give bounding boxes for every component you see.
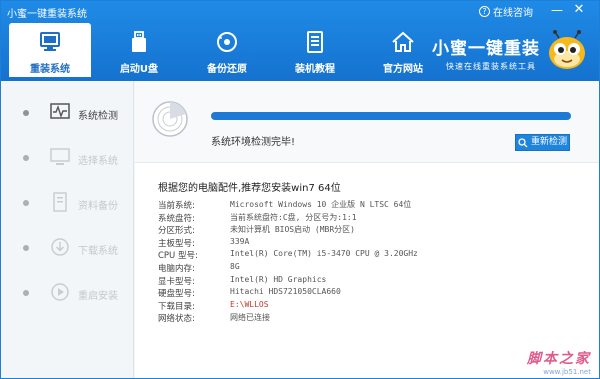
step-data-backup[interactable]: 资料备份 xyxy=(1,187,134,217)
watermark-title: 脚本之家 xyxy=(527,351,591,367)
info-row: 主板型号: 339A xyxy=(158,237,418,250)
download-icon xyxy=(51,238,69,256)
recheck-label: 重新检测 xyxy=(530,137,567,147)
step-label: 资料备份 xyxy=(78,201,118,212)
step-label: 选择系统 xyxy=(78,156,118,167)
online-consult-link[interactable]: ? 在线咨询 xyxy=(479,4,533,19)
bee-mascot-logo xyxy=(549,30,585,69)
info-value: 网络已连接 xyxy=(230,313,270,323)
info-row: 电脑内存: 8G xyxy=(158,262,418,275)
info-key: 分区形式: xyxy=(158,226,195,237)
monitor-icon xyxy=(40,32,60,51)
info-row: 分区形式: 未知计算机 BIOS启动 (MBR分区) xyxy=(158,224,418,237)
step-restart-install[interactable]: 重启安装 xyxy=(1,277,134,307)
play-icon xyxy=(51,283,69,301)
brand-slogan: 快速在线重装系统工具 xyxy=(446,62,536,71)
nav-label: 重装系统 xyxy=(30,64,70,75)
nav-label: 官方网站 xyxy=(383,64,423,75)
minimize-button[interactable]: — xyxy=(549,3,565,17)
close-button[interactable]: ✕ xyxy=(571,3,587,17)
backup-icon xyxy=(217,32,237,52)
nav-backup-restore[interactable]: 备份还原 xyxy=(187,23,267,77)
info-row: 当前系统: Microsoft Windows 10 企业版 N LTSC 64位 xyxy=(158,199,418,212)
search-icon xyxy=(518,137,528,147)
step-dot xyxy=(23,290,29,296)
info-key: CPU 型号: xyxy=(158,251,198,262)
usb-icon xyxy=(132,31,146,52)
step-dot xyxy=(23,110,29,116)
step-choose-system[interactable]: 选择系统 xyxy=(1,142,134,172)
step-label: 系统检测 xyxy=(78,111,118,122)
info-value: 未知计算机 BIOS启动 (MBR分区) xyxy=(230,225,355,235)
step-dot xyxy=(23,245,29,251)
info-row: 网络状态: 网络已连接 xyxy=(158,312,418,325)
nav-official-site[interactable]: 官方网站 xyxy=(363,23,443,77)
info-key: 主板型号: xyxy=(158,238,195,249)
info-key: 电脑内存: xyxy=(158,263,195,274)
status-text: 系统环境检测完毕! xyxy=(211,137,296,148)
brand: 小蜜一键重装 快速在线重装系统工具 xyxy=(432,34,540,72)
progress-bar xyxy=(211,112,571,120)
watermark-url: www.jb51.net xyxy=(543,368,591,376)
window-title: 小蜜一键重装系统 xyxy=(7,9,87,20)
app-window: 小蜜一键重装系统 ? 在线咨询 — ✕ 重装系统 启动U盘 备份还原 装机教程 … xyxy=(0,0,600,379)
watermark: 脚本之家 www.jb51.net xyxy=(527,348,591,376)
nav-label: 启动U盘 xyxy=(119,64,159,75)
nav-install-tutorial[interactable]: 装机教程 xyxy=(275,23,355,77)
header-bar: 小蜜一键重装系统 ? 在线咨询 — ✕ 重装系统 启动U盘 备份还原 装机教程 … xyxy=(1,1,599,81)
recommendation-text: 根据您的电脑配件,推荐您安装win7 64位 xyxy=(158,183,341,194)
online-consult-label: 在线咨询 xyxy=(493,8,533,19)
info-row: 显卡型号: Intel(R) HD Graphics xyxy=(158,275,418,288)
step-label: 重启安装 xyxy=(78,291,118,302)
info-value: Intel(R) Core(TM) i5-3470 CPU @ 3.20GHz xyxy=(230,249,418,259)
system-info-table: 当前系统: Microsoft Windows 10 企业版 N LTSC 64位… xyxy=(158,199,418,325)
step-dot xyxy=(23,200,29,206)
brand-name: 小蜜一键重装 xyxy=(432,39,540,59)
step-download-system[interactable]: 下载系统 xyxy=(1,232,134,262)
desktop-icon xyxy=(50,148,70,165)
nav-label: 备份还原 xyxy=(207,64,247,75)
document-icon xyxy=(307,31,323,53)
info-row: CPU 型号: Intel(R) Core(TM) i5-3470 CPU @ 3… xyxy=(158,249,418,262)
info-key: 下载目录: xyxy=(158,301,195,312)
info-value: 339A xyxy=(230,236,250,246)
info-value: 当前系统盘符:C盘, 分区号为:1:1 xyxy=(230,212,357,222)
info-row: 系统盘符: 当前系统盘符:C盘, 分区号为:1:1 xyxy=(158,212,418,225)
nav-label: 装机教程 xyxy=(295,64,335,75)
steps-sidebar: 系统检测 选择系统 资料备份 下载系统 重启安装 xyxy=(1,81,134,378)
info-row: 硬盘型号: Hitachi HDS721050CLA660 xyxy=(158,287,418,300)
info-value: Intel(R) HD Graphics xyxy=(230,274,327,284)
nav-reinstall-system[interactable]: 重装系统 xyxy=(9,23,91,77)
radar-scan-icon xyxy=(152,101,188,137)
pulse-monitor-icon xyxy=(50,103,70,119)
info-value: Microsoft Windows 10 企业版 N LTSC 64位 xyxy=(230,200,412,209)
info-key: 当前系统: xyxy=(158,201,195,211)
info-value: Hitachi HDS721050CLA660 xyxy=(230,287,341,297)
check-progress-area: 系统环境检测完毕! 重新检测 xyxy=(135,81,599,163)
main-nav: 重装系统 启动U盘 备份还原 装机教程 官方网站 xyxy=(9,23,451,77)
info-key: 硬盘型号: xyxy=(158,289,195,300)
progress-fill xyxy=(211,112,571,120)
question-icon: ? xyxy=(479,6,490,17)
info-key: 系统盘符: xyxy=(158,213,195,224)
home-icon xyxy=(392,31,414,52)
download-dir-link[interactable]: E:\WLLOS xyxy=(230,300,269,313)
step-dot xyxy=(23,155,29,161)
info-row: 下载目录: E:\WLLOS xyxy=(158,300,418,313)
main-panel: 系统环境检测完毕! 重新检测 根据您的电脑配件,推荐您安装win7 64位 当前… xyxy=(135,81,599,378)
step-label: 下载系统 xyxy=(78,246,118,257)
info-key: 显卡型号: xyxy=(158,276,195,287)
file-icon xyxy=(53,192,67,212)
recheck-button[interactable]: 重新检测 xyxy=(515,134,570,151)
step-system-check[interactable]: 系统检测 xyxy=(1,97,134,127)
info-key: 网络状态: xyxy=(158,314,195,325)
info-value: 8G xyxy=(230,261,240,271)
nav-boot-usb[interactable]: 启动U盘 xyxy=(99,23,179,77)
